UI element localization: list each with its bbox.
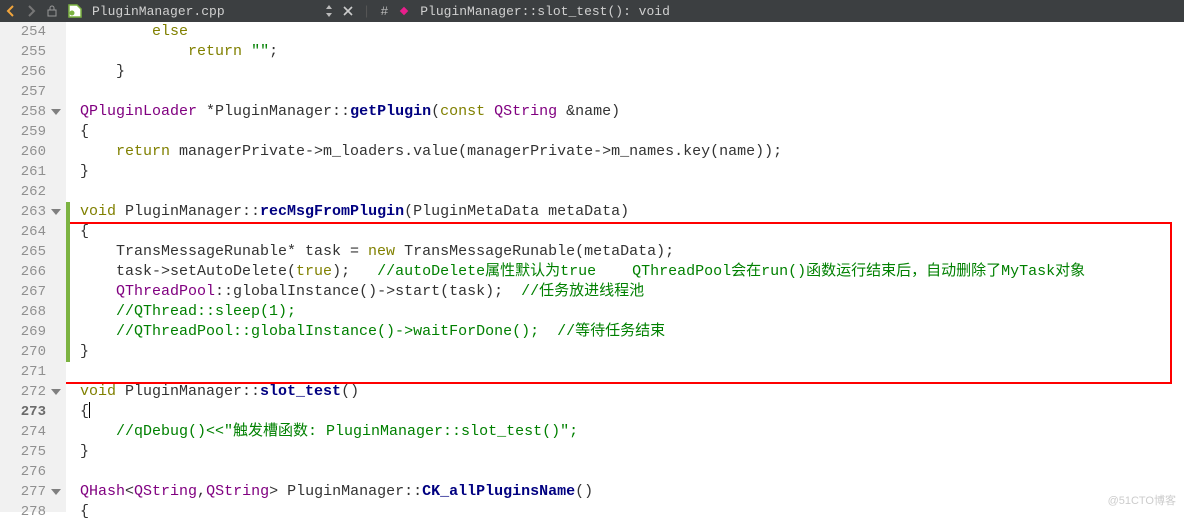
gutter-line[interactable]: 272 [8, 382, 46, 402]
gutter-line[interactable]: 258 [8, 102, 46, 122]
code-line[interactable]: return ""; [80, 42, 1184, 62]
code-line[interactable] [80, 362, 1184, 382]
lock-icon[interactable] [46, 5, 58, 17]
nav-forward-icon[interactable] [26, 5, 36, 17]
toolbar: PluginManager.cpp | # PluginManager::slo… [0, 0, 1184, 22]
code-line[interactable]: //qDebug()<<"触发槽函数: PluginManager::slot_… [80, 422, 1184, 442]
code-line[interactable]: QPluginLoader *PluginManager::getPlugin(… [80, 102, 1184, 122]
breadcrumb-icon [398, 5, 410, 17]
change-bar [66, 202, 70, 362]
gutter-line[interactable]: 273 [8, 402, 46, 422]
gutter-line[interactable]: 269 [8, 322, 46, 342]
code-line[interactable]: else [80, 22, 1184, 42]
close-icon[interactable] [343, 6, 353, 16]
gutter-line[interactable]: 271 [8, 362, 46, 382]
toolbar-filename[interactable]: PluginManager.cpp [92, 4, 225, 19]
gutter-line[interactable]: 277 [8, 482, 46, 502]
code-line[interactable]: } [80, 162, 1184, 182]
gutter-line[interactable]: 260 [8, 142, 46, 162]
gutter-line[interactable]: 261 [8, 162, 46, 182]
gutter-line[interactable]: 265 [8, 242, 46, 262]
code-line[interactable]: //QThread::sleep(1); [80, 302, 1184, 322]
editor: 2542552562572582592602612622632642652662… [0, 22, 1184, 512]
gutter-line[interactable]: 266 [8, 262, 46, 282]
code-line[interactable] [80, 82, 1184, 102]
nav-back-icon[interactable] [6, 5, 16, 17]
code-line[interactable]: { [80, 402, 1184, 422]
fold-marker-icon[interactable] [51, 109, 61, 115]
fold-marker-icon[interactable] [51, 489, 61, 495]
fold-column[interactable] [50, 22, 66, 512]
code-line[interactable]: void PluginManager::recMsgFromPlugin(Plu… [80, 202, 1184, 222]
code-line[interactable]: { [80, 502, 1184, 522]
code-line[interactable]: } [80, 62, 1184, 82]
code-line[interactable]: QHash<QString,QString> PluginManager::CK… [80, 482, 1184, 502]
gutter-line[interactable]: 267 [8, 282, 46, 302]
code-line[interactable] [80, 182, 1184, 202]
gutter-line[interactable]: 262 [8, 182, 46, 202]
gutter-line[interactable]: 255 [8, 42, 46, 62]
text-cursor [89, 402, 90, 418]
code-line[interactable]: TransMessageRunable* task = new TransMes… [80, 242, 1184, 262]
splitview-icon[interactable] [325, 4, 333, 18]
code-area[interactable]: else return ""; } QPluginLoader *PluginMa… [72, 22, 1184, 512]
gutter-line[interactable]: 274 [8, 422, 46, 442]
fold-marker-icon[interactable] [51, 209, 61, 215]
cpp-file-icon [68, 4, 82, 18]
change-bar-column [66, 22, 72, 512]
gutter-line[interactable]: 256 [8, 62, 46, 82]
code-line[interactable]: } [80, 442, 1184, 462]
gutter-line[interactable]: 257 [8, 82, 46, 102]
code-line[interactable] [80, 462, 1184, 482]
code-line[interactable]: QThreadPool::globalInstance()->start(tas… [80, 282, 1184, 302]
gutter-line[interactable]: 259 [8, 122, 46, 142]
gutter-line[interactable]: 270 [8, 342, 46, 362]
code-line[interactable]: { [80, 222, 1184, 242]
watermark: @51CTO博客 [1108, 492, 1176, 508]
code-line[interactable]: //QThreadPool::globalInstance()->waitFor… [80, 322, 1184, 342]
gutter-line[interactable]: 278 [8, 502, 46, 522]
gutter-line[interactable]: 264 [8, 222, 46, 242]
toolbar-breadcrumb[interactable]: PluginManager::slot_test(): void [420, 4, 670, 19]
code-line[interactable]: { [80, 122, 1184, 142]
toolbar-hash[interactable]: # [380, 4, 388, 19]
gutter-line[interactable]: 263 [8, 202, 46, 222]
gutter[interactable]: 2542552562572582592602612622632642652662… [0, 22, 50, 512]
code-line[interactable]: return managerPrivate->m_loaders.value(m… [80, 142, 1184, 162]
gutter-line[interactable]: 268 [8, 302, 46, 322]
gutter-line[interactable]: 275 [8, 442, 46, 462]
code-line[interactable]: void PluginManager::slot_test() [80, 382, 1184, 402]
fold-marker-icon[interactable] [51, 389, 61, 395]
code-line[interactable]: } [80, 342, 1184, 362]
gutter-line[interactable]: 276 [8, 462, 46, 482]
code-line[interactable]: task->setAutoDelete(true); //autoDelete属… [80, 262, 1184, 282]
gutter-line[interactable]: 254 [8, 22, 46, 42]
